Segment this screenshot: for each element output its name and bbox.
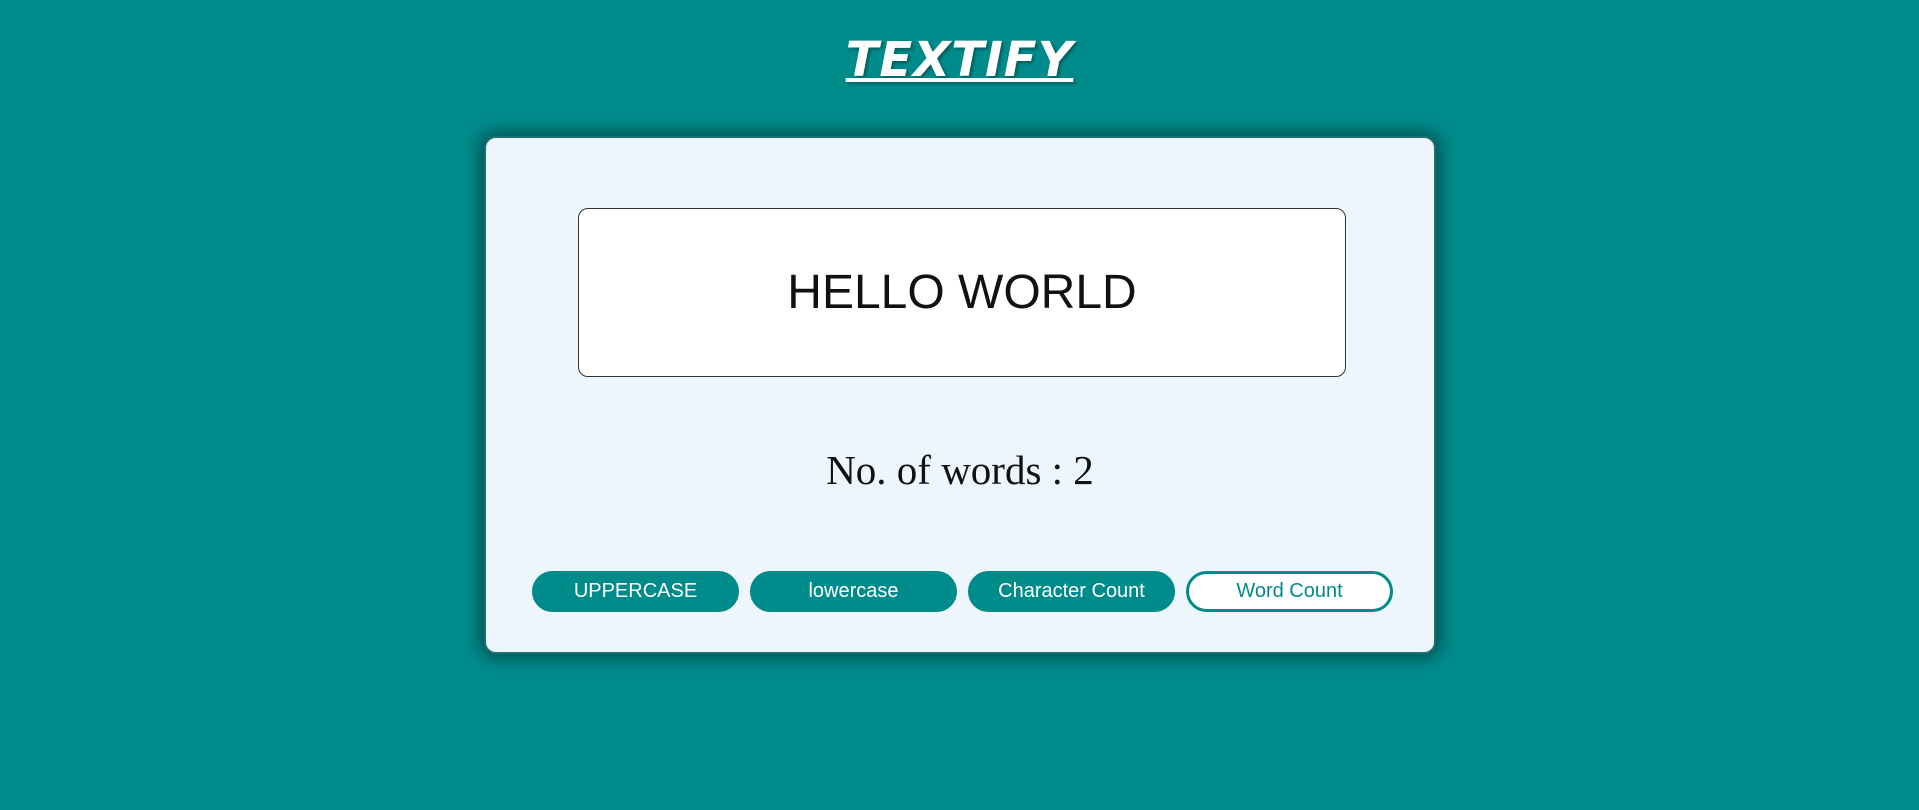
uppercase-button[interactable]: UPPERCASE <box>532 571 739 612</box>
main-card: HELLO WORLD No. of words : 2 UPPERCASE l… <box>484 136 1436 654</box>
action-button-group: UPPERCASE lowercase Character Count Word… <box>532 571 1393 612</box>
word-count-button[interactable]: Word Count <box>1186 571 1393 612</box>
word-count-result: No. of words : 2 <box>826 447 1094 493</box>
app-logo-title: TEXTIFY <box>845 32 1074 88</box>
lowercase-button[interactable]: lowercase <box>750 571 957 612</box>
text-input-area[interactable]: HELLO WORLD <box>578 208 1346 377</box>
character-count-button[interactable]: Character Count <box>968 571 1175 612</box>
app-root: TEXTIFY HELLO WORLD No. of words : 2 UPP… <box>0 0 1919 810</box>
